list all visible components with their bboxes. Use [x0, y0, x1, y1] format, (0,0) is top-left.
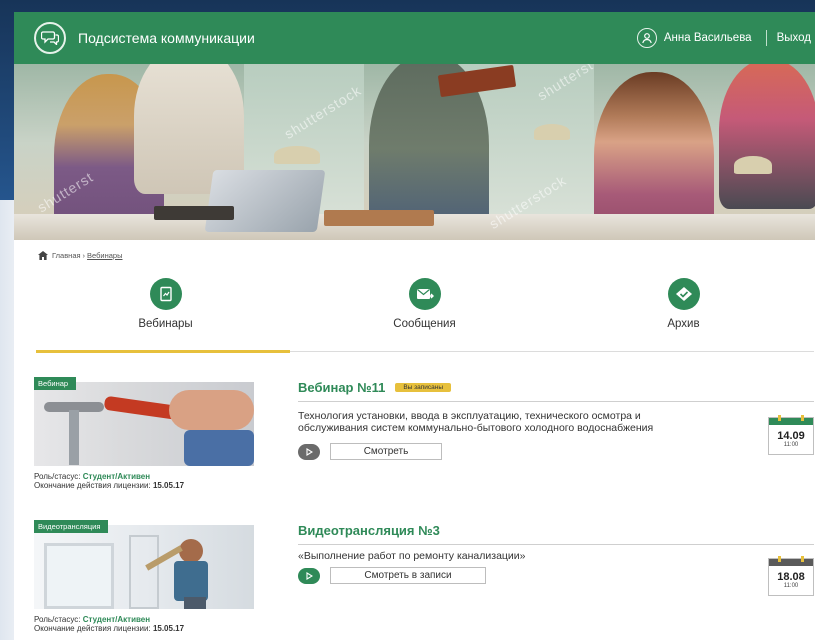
role-label: Роль/стасус:: [34, 472, 81, 481]
breadcrumb-separator: ›: [82, 250, 86, 260]
license-label: Окончание действия лицензии:: [34, 624, 151, 633]
play-icon[interactable]: [298, 567, 320, 584]
item-title[interactable]: Вебинар №11: [298, 380, 385, 395]
date-calendar: 14.09 11:00: [768, 415, 814, 455]
item-content: Видеотрансляция №3 «Выполнение работ по …: [298, 520, 814, 584]
item-meta: Роль/стасус: Студент/Активен Окончание д…: [34, 615, 184, 633]
breadcrumb-current[interactable]: Вебинары: [87, 251, 122, 260]
header-divider: [765, 30, 767, 46]
tab-messages[interactable]: Сообщения: [295, 270, 554, 351]
chat-bubbles-icon[interactable]: [34, 22, 66, 54]
watch-button[interactable]: Смотреть: [330, 443, 442, 460]
item-actions: Смотреть: [298, 443, 814, 460]
user-icon[interactable]: [636, 28, 657, 48]
home-icon[interactable]: [38, 250, 48, 260]
book: [154, 206, 234, 220]
event-date: 18.08: [777, 571, 805, 583]
status-badge: Вы записаны: [395, 382, 452, 392]
item-title-row: Видеотрансляция №3: [298, 520, 814, 540]
hero-banner: shutterstock shutterst shutterstock shut…: [14, 64, 815, 240]
role-label: Роль/стасус:: [34, 615, 81, 624]
event-time: 11:00: [783, 583, 799, 589]
item-title[interactable]: Видеотрансляция №3: [298, 523, 440, 538]
calendar-icon: [769, 415, 813, 425]
item-meta: Роль/стасус: Студент/Активен Окончание д…: [34, 472, 184, 490]
type-badge: Видеотрансляция: [34, 520, 109, 533]
book: [324, 210, 434, 226]
breadcrumb-home[interactable]: Главная: [52, 251, 81, 260]
event-date: 14.09: [777, 430, 805, 442]
app-title: Подсистема коммуникации: [78, 30, 255, 46]
active-tab-indicator: [36, 350, 290, 353]
logout-link[interactable]: Выход: [777, 32, 811, 44]
section-tabs: Вебинары Сообщения Архив: [36, 270, 814, 353]
role-value: Студент/Активен: [82, 472, 151, 481]
tab-label: Сообщения: [393, 318, 456, 330]
tab-label: Архив: [667, 318, 700, 330]
breadcrumb: Главная › Вебинары: [14, 240, 815, 270]
desk-lamp: [734, 156, 772, 174]
renovation-photo[interactable]: [34, 525, 254, 609]
student-figure: [719, 64, 815, 209]
desk-lamp: [274, 146, 320, 164]
list-item: Видеотрансляция Роль/стасус: Студент/Акт…: [34, 520, 814, 640]
tab-label: Вебинары: [138, 318, 193, 330]
document-chart-icon: [149, 278, 182, 310]
divider: [298, 401, 814, 402]
divider: [298, 544, 814, 545]
license-value: 15.05.17: [152, 624, 185, 633]
user-name-link[interactable]: Анна Васильева: [664, 32, 752, 44]
list-item: Вебинар Роль/стасус: Студент/Активен Око…: [34, 377, 814, 497]
desk-lamp: [534, 124, 570, 140]
portal-page: Подсистема коммуникации Анна Васильева В…: [14, 12, 815, 640]
watch-recording-button[interactable]: Смотреть в записи: [330, 567, 486, 584]
item-description: «Выполнение работ по ремонту канализации…: [298, 550, 526, 562]
item-actions: Смотреть в записи: [298, 567, 814, 584]
item-title-row: Вебинар №11 Вы записаны: [298, 377, 814, 397]
tab-webinars[interactable]: Вебинары: [36, 270, 295, 351]
tab-archive[interactable]: Архив: [554, 270, 813, 351]
role-value: Студент/Активен: [82, 615, 151, 624]
envelope-icon: [408, 278, 441, 310]
top-header: Подсистема коммуникации Анна Васильева В…: [14, 12, 815, 64]
license-label: Окончание действия лицензии:: [34, 481, 151, 490]
type-badge: Вебинар: [34, 377, 77, 390]
event-time: 11:00: [783, 442, 799, 448]
play-icon[interactable]: [298, 443, 320, 460]
date-calendar: 18.08 11:00: [768, 556, 814, 596]
calendar-icon: [769, 556, 813, 566]
laptop: [204, 170, 326, 232]
license-value: 15.05.17: [152, 481, 185, 490]
plumbing-photo[interactable]: [34, 382, 254, 466]
archive-diamond-icon: [667, 278, 700, 310]
item-description: Технология установки, ввода в эксплуатац…: [298, 410, 654, 434]
item-content: Вебинар №11 Вы записаны Технология устан…: [298, 377, 814, 460]
